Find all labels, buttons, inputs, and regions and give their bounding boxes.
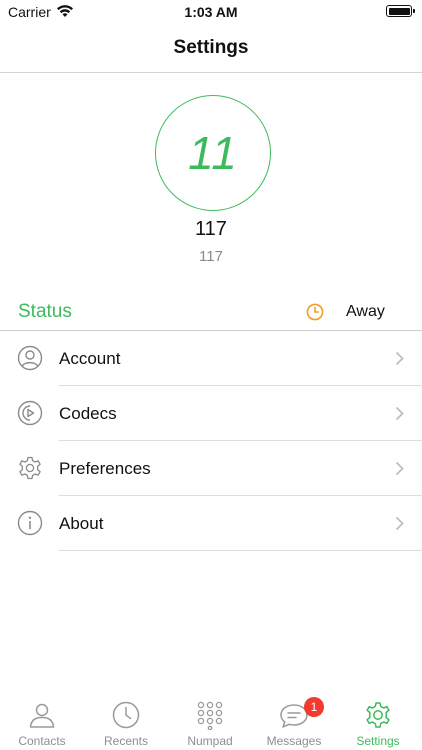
clock-icon: [112, 701, 140, 729]
tab-label: Numpad: [187, 734, 233, 748]
menu-item-label: Preferences: [59, 459, 151, 478]
tab-recents[interactable]: Recents: [84, 692, 168, 750]
numpad-icon: [197, 701, 223, 730]
codecs-icon: [17, 400, 43, 426]
chevron-right-icon: [395, 406, 404, 421]
menu-item-account[interactable]: Account: [0, 331, 422, 386]
tab-settings[interactable]: Settings: [336, 692, 420, 750]
menu-item-label: Codecs: [59, 404, 117, 423]
status-value: Away: [346, 303, 385, 320]
status-label: Status: [18, 301, 72, 322]
user-extension: 117: [199, 248, 223, 265]
menu-item-about[interactable]: About: [0, 496, 422, 551]
tab-messages[interactable]: 1 Messages: [252, 692, 336, 750]
avatar-initials: 11: [188, 127, 238, 179]
clock-icon: [306, 303, 324, 321]
gear-icon: [19, 456, 41, 480]
tab-label: Contacts: [18, 734, 66, 748]
gear-icon: [366, 702, 390, 728]
divider: [59, 550, 422, 551]
navigation-bar: Settings: [0, 24, 422, 73]
tab-numpad[interactable]: Numpad: [168, 692, 252, 750]
battery-icon: [386, 5, 415, 17]
unread-badge: 1: [304, 697, 324, 717]
tab-label: Settings: [356, 734, 400, 748]
menu-item-label: About: [59, 514, 104, 533]
clock-time: 1:03 AM: [184, 4, 238, 20]
chevron-right-icon: [395, 516, 404, 531]
info-icon: [17, 510, 43, 536]
page-title: Settings: [173, 37, 249, 58]
chevron-right-icon: [395, 461, 404, 476]
tab-label: Messages: [266, 734, 322, 748]
menu-item-codecs[interactable]: Codecs: [0, 386, 422, 441]
tab-contacts[interactable]: Contacts: [0, 692, 84, 750]
contacts-icon: [29, 703, 55, 728]
status-bar: Carrier 1:03 AM: [0, 0, 422, 24]
tab-bar: Contacts Recents Numpad 1 Messages Setti…: [0, 692, 422, 750]
user-icon: [17, 345, 43, 371]
status-row[interactable]: Status Away: [0, 293, 422, 331]
chevron-right-icon: [395, 351, 404, 366]
menu-item-label: Account: [59, 349, 121, 368]
menu-item-preferences[interactable]: Preferences: [0, 441, 422, 496]
user-name: 117: [195, 218, 227, 240]
tab-label: Recents: [103, 734, 149, 748]
settings-menu: Account Codecs Preferences About: [0, 331, 422, 551]
avatar[interactable]: 11: [155, 95, 271, 211]
